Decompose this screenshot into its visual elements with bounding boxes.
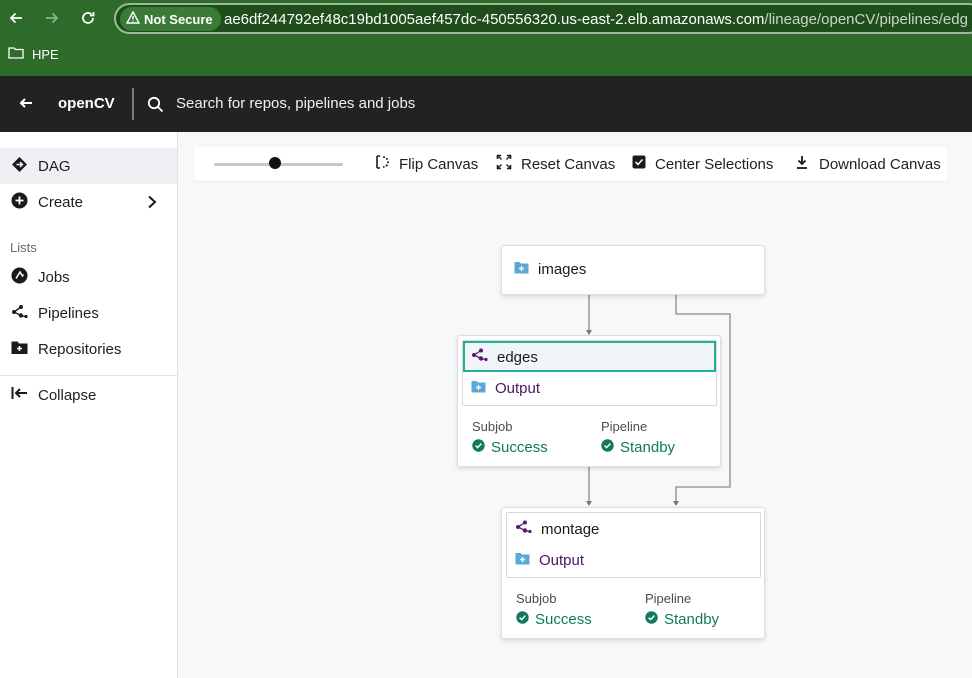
folder-icon <box>8 46 24 62</box>
arrowhead-icon <box>673 501 679 506</box>
sidebar-item-pipelines[interactable]: Pipelines <box>0 295 177 331</box>
pipeline-title-row: edges <box>471 348 538 366</box>
output-label: Output <box>495 380 541 397</box>
repository-icon <box>471 380 486 397</box>
sidebar-item-jobs[interactable]: Jobs <box>0 259 177 295</box>
subjob-status-text: Success <box>535 611 592 628</box>
repo-node-header: images <box>514 261 586 278</box>
dag-icon <box>11 156 28 177</box>
pipeline-state-text: Standby <box>620 439 676 456</box>
pipeline-box: montage Output <box>506 512 761 578</box>
pipeline-box: edges Output <box>462 340 717 406</box>
pipeline-state: Standby <box>645 611 719 628</box>
repository-icon <box>515 552 530 569</box>
dag-canvas[interactable]: Flip Canvas Reset Canvas Center Selectio… <box>178 132 972 678</box>
search-input[interactable]: Search for repos, pipelines and jobs <box>176 95 415 112</box>
pipeline-icon <box>471 348 488 366</box>
sidebar: DAG Create Lists Jobs Pipelines Reposito… <box>0 132 178 678</box>
sidebar-item-label: Jobs <box>38 268 70 286</box>
output-repo-row[interactable]: Output <box>471 380 540 397</box>
arrowhead-icon <box>586 501 592 506</box>
chevron-right-icon <box>147 195 157 213</box>
browser-reload-icon[interactable] <box>78 8 98 28</box>
sidebar-item-collapse[interactable]: Collapse <box>0 377 177 413</box>
project-name: openCV <box>58 95 115 112</box>
add-circle-icon <box>11 192 28 213</box>
subjob-status: Success <box>472 439 548 456</box>
bookmark-hpe[interactable]: HPE <box>8 46 59 62</box>
pipeline-name: edges <box>497 348 538 366</box>
bookmark-label: HPE <box>32 46 59 62</box>
search-icon[interactable] <box>147 96 164 113</box>
lists-heading: Lists <box>10 240 37 255</box>
sidebar-item-label: DAG <box>38 157 71 175</box>
pipeline-name: montage <box>541 520 600 538</box>
pipeline-header-selected[interactable]: edges <box>463 341 716 372</box>
url-path: /lineage/openCV/pipelines/edg <box>764 11 968 28</box>
security-label: Not Secure <box>144 11 213 27</box>
address-bar[interactable]: Not Secure ae6df244792ef48c19bd1005aef45… <box>114 3 972 34</box>
output-repo-row[interactable]: Output <box>515 552 584 569</box>
repo-name: images <box>538 261 587 278</box>
subjob-label: Subjob <box>472 419 513 434</box>
url-text: ae6df244792ef48c19bd1005aef457dc-4505563… <box>224 11 968 28</box>
subjob-status-text: Success <box>491 439 548 456</box>
success-check-icon <box>601 439 614 456</box>
sidebar-item-label: Collapse <box>38 386 97 404</box>
browser-toolbar: Not Secure ae6df244792ef48c19bd1005aef45… <box>0 0 972 76</box>
success-check-icon <box>645 611 658 628</box>
repo-node-images[interactable]: images <box>501 245 765 295</box>
pipeline-state-label: Pipeline <box>645 591 692 606</box>
repository-icon <box>11 340 28 359</box>
pipeline-state-label: Pipeline <box>601 419 648 434</box>
pipeline-icon <box>11 303 28 324</box>
sidebar-item-repositories[interactable]: Repositories <box>0 331 177 367</box>
security-indicator[interactable]: Not Secure <box>120 7 221 31</box>
success-check-icon <box>472 439 485 456</box>
subjob-status: Success <box>516 611 592 628</box>
url-host: ae6df244792ef48c19bd1005aef457dc-4505563… <box>224 11 765 28</box>
pipeline-state: Standby <box>601 439 675 456</box>
app-header: openCV Search for repos, pipelines and j… <box>0 76 972 132</box>
header-divider <box>132 88 134 120</box>
pipeline-header[interactable]: montage <box>507 513 760 544</box>
sidebar-item-label: Create <box>38 193 84 211</box>
pipeline-node-edges[interactable]: edges Output Subjob Success Pipeline Sta… <box>457 335 721 467</box>
sidebar-item-label: Repositories <box>38 340 122 358</box>
pipeline-icon <box>515 520 532 538</box>
repository-icon <box>514 261 529 278</box>
pipeline-title-row: montage <box>515 520 599 538</box>
sidebar-item-create[interactable]: Create <box>0 184 177 220</box>
collapse-icon <box>11 386 28 404</box>
browser-back-icon[interactable] <box>6 8 26 28</box>
jobs-icon <box>11 267 28 288</box>
subjob-label: Subjob <box>516 591 557 606</box>
success-check-icon <box>516 611 529 628</box>
sidebar-item-label: Pipelines <box>38 304 99 322</box>
back-arrow-icon[interactable] <box>18 95 36 113</box>
warning-icon <box>125 10 141 27</box>
sidebar-divider <box>0 375 177 376</box>
sidebar-item-dag[interactable]: DAG <box>0 148 177 184</box>
output-label: Output <box>539 552 585 569</box>
pipeline-node-montage[interactable]: montage Output Subjob Success Pipeline S… <box>501 507 765 639</box>
browser-forward-icon[interactable] <box>42 8 62 28</box>
pipeline-state-text: Standby <box>664 611 720 628</box>
